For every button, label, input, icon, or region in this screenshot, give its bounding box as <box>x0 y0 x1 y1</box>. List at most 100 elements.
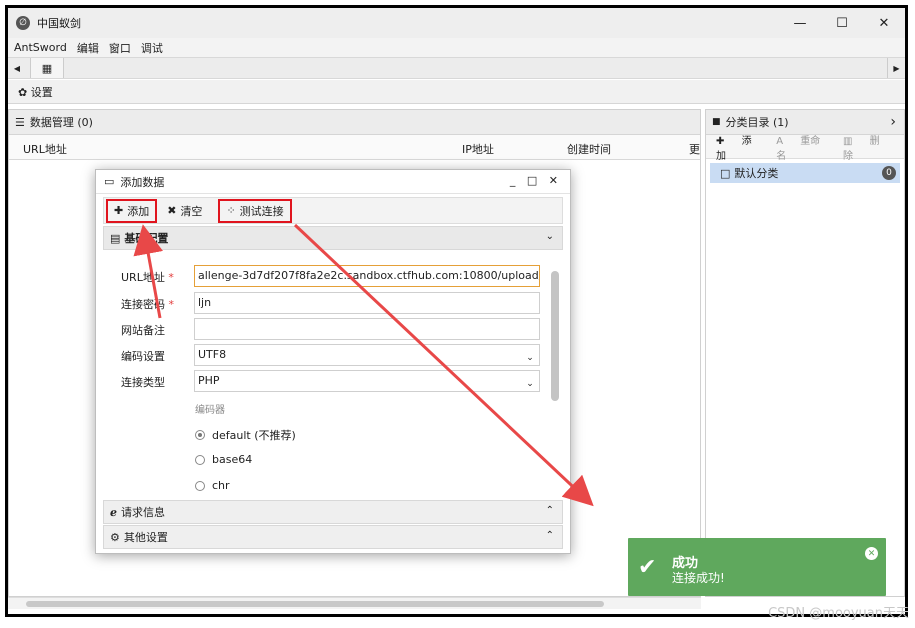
password-input[interactable]: ljn <box>194 292 540 314</box>
trash-icon: ▥ <box>842 135 853 147</box>
note-label: 网站备注 <box>121 324 165 337</box>
title-bar: ∅ 中国蚁剑 — ☐ ✕ <box>8 8 905 38</box>
folder-icon: ■ <box>712 117 721 127</box>
horizontal-scrollbar[interactable] <box>8 597 701 609</box>
data-panel-title: 数据管理 (0) <box>29 116 93 129</box>
encoding-value: UTF8 <box>198 348 227 361</box>
url-row: URL地址 * allenge-3d7df207f8fa2e2c.sandbox… <box>121 265 551 287</box>
watermark: CSDN @mooyuan天天 <box>768 606 909 621</box>
radio-icon <box>195 480 205 491</box>
toast-close-icon[interactable]: ✕ <box>865 547 878 560</box>
clear-label: 清空 <box>180 204 203 218</box>
add-label: 添加 <box>127 204 150 218</box>
encoder-option-label: base64 <box>212 453 253 466</box>
category-panel-header: ■ 分类目录 (1) › <box>706 110 904 135</box>
add-button[interactable]: ✚ 添加 <box>106 198 158 223</box>
column-ip[interactable]: IP地址 <box>462 141 494 157</box>
chevron-down-icon: ⌄ <box>526 379 534 389</box>
test-connection-label: 测试连接 <box>239 204 284 218</box>
other-settings-title: 其他设置 <box>123 531 168 544</box>
minimize-button[interactable]: — <box>779 8 821 38</box>
clear-button[interactable]: ✖ 清空 <box>161 199 208 223</box>
password-row: 连接密码 * ljn <box>121 292 551 314</box>
close-button[interactable]: ✕ <box>863 8 905 38</box>
data-panel-header: ☰ 数据管理 (0) <box>9 110 700 135</box>
type-row: 连接类型 PHP ⌄ <box>121 370 551 392</box>
chevron-down-icon: ⌄ <box>545 231 554 242</box>
category-panel: ■ 分类目录 (1) › ✚ 添加 A 重命名 ▥ 删除 □ 默认分类 0 <box>705 109 905 597</box>
settings-label: 设置 <box>30 85 53 99</box>
type-label: 连接类型 <box>121 376 165 389</box>
category-delete-button[interactable]: ▥ 删除 <box>843 132 890 162</box>
menu-bar: AntSword 编辑 窗口 调试 <box>8 38 905 57</box>
encoding-label: 编码设置 <box>121 350 165 363</box>
add-data-dialog: ▭ 添加数据 _ □ ✕ ✚ 添加 ✖ 清空 ⁘ 测试连接 ▤ 基础配置 ⌄ U… <box>95 169 571 554</box>
other-settings-section-header[interactable]: ⚙ 其他设置 ⌃ <box>103 525 563 549</box>
encoding-select[interactable]: UTF8 ⌄ <box>194 344 540 366</box>
menu-edit[interactable]: 编辑 <box>77 40 99 56</box>
tab-scroll-right-icon[interactable]: ▶ <box>887 58 905 78</box>
encoder-option-chr[interactable]: chr <box>195 479 230 492</box>
type-select[interactable]: PHP ⌄ <box>194 370 540 392</box>
form-vertical-scrollbar[interactable] <box>549 261 561 493</box>
password-label: 连接密码 * <box>121 298 174 311</box>
success-toast: ✔ 成功 连接成功! ✕ <box>628 538 886 596</box>
folder-outline-icon: □ <box>720 166 731 180</box>
category-panel-title: 分类目录 (1) <box>725 116 789 129</box>
tab-home-grid-icon[interactable]: ▦ <box>30 58 64 78</box>
gear-icon: ✿ <box>18 85 28 99</box>
category-item-default[interactable]: □ 默认分类 0 <box>710 163 900 183</box>
encoder-option-label: chr <box>212 479 230 492</box>
encoder-option-label: default (不推荐) <box>212 429 296 442</box>
basic-config-section-header[interactable]: ▤ 基础配置 ⌄ <box>103 226 563 250</box>
collapse-chevron-icon[interactable]: › <box>890 114 896 130</box>
plus-circle-icon: ✚ <box>716 135 725 147</box>
category-add-button[interactable]: ✚ 添加 <box>716 132 762 162</box>
test-connection-button[interactable]: ⁘ 测试连接 <box>218 198 292 223</box>
request-info-title: 请求信息 <box>121 506 165 519</box>
window-icon: ▭ <box>104 175 115 188</box>
settings-button[interactable]: ✿ 设置 <box>18 84 53 100</box>
category-item-label: 默认分类 <box>734 167 779 180</box>
category-rename-button[interactable]: A 重命名 <box>776 132 829 162</box>
column-more[interactable]: 更 <box>689 141 700 157</box>
chevron-up-icon: ⌃ <box>545 505 554 516</box>
antsword-logo-icon: ∅ <box>16 16 30 30</box>
gears-icon: ⚙ <box>110 530 120 544</box>
column-url[interactable]: URL地址 <box>23 141 67 157</box>
column-created[interactable]: 创建时间 <box>567 141 611 157</box>
main-toolbar: ✿ 设置 <box>8 80 905 104</box>
data-table-header: URL地址 IP地址 创建时间 更 <box>9 135 700 160</box>
encoder-option-base64[interactable]: base64 <box>195 453 252 466</box>
type-value: PHP <box>198 374 220 387</box>
basic-config-title: 基础配置 <box>124 232 169 245</box>
category-toolbar: ✚ 添加 A 重命名 ▥ 删除 <box>706 132 904 162</box>
basic-config-form: URL地址 * allenge-3d7df207f8fa2e2c.sandbox… <box>103 255 563 501</box>
tab-strip: ◀ ▦ ▶ <box>8 57 905 79</box>
plus-circle-icon: ✚ <box>114 204 124 217</box>
chevron-down-icon: ⌄ <box>526 353 534 363</box>
request-info-section-header[interactable]: ℯ 请求信息 ⌃ <box>103 500 563 524</box>
tab-scroll-left-icon[interactable]: ◀ <box>8 58 26 78</box>
note-input[interactable] <box>194 318 540 340</box>
encoding-row: 编码设置 UTF8 ⌄ <box>121 344 551 366</box>
url-input[interactable]: allenge-3d7df207f8fa2e2c.sandbox.ctfhub.… <box>194 265 540 287</box>
encoder-label: 编码器 <box>195 405 225 416</box>
spinner-icon: ⁘ <box>226 204 236 217</box>
dialog-toolbar: ✚ 添加 ✖ 清空 ⁘ 测试连接 <box>103 197 563 224</box>
radio-icon <box>195 454 205 465</box>
toast-message: 连接成功! <box>672 571 725 585</box>
rename-icon: A <box>776 135 784 147</box>
window-title: 中国蚁剑 <box>37 17 81 30</box>
radio-selected-icon <box>195 430 205 440</box>
check-icon: ✔ <box>638 555 657 580</box>
category-count-badge: 0 <box>882 166 896 180</box>
chevron-up-icon: ⌃ <box>545 530 554 541</box>
dialog-title-bar: ▭ 添加数据 _ □ ✕ <box>96 170 570 194</box>
menu-debug[interactable]: 调试 <box>141 40 163 56</box>
dialog-window-controls[interactable]: _ □ ✕ <box>510 174 562 187</box>
menu-antsword[interactable]: AntSword <box>14 41 67 54</box>
menu-window[interactable]: 窗口 <box>109 40 131 56</box>
encoder-option-default[interactable]: default (不推荐) <box>195 427 296 443</box>
maximize-button[interactable]: ☐ <box>821 8 863 38</box>
